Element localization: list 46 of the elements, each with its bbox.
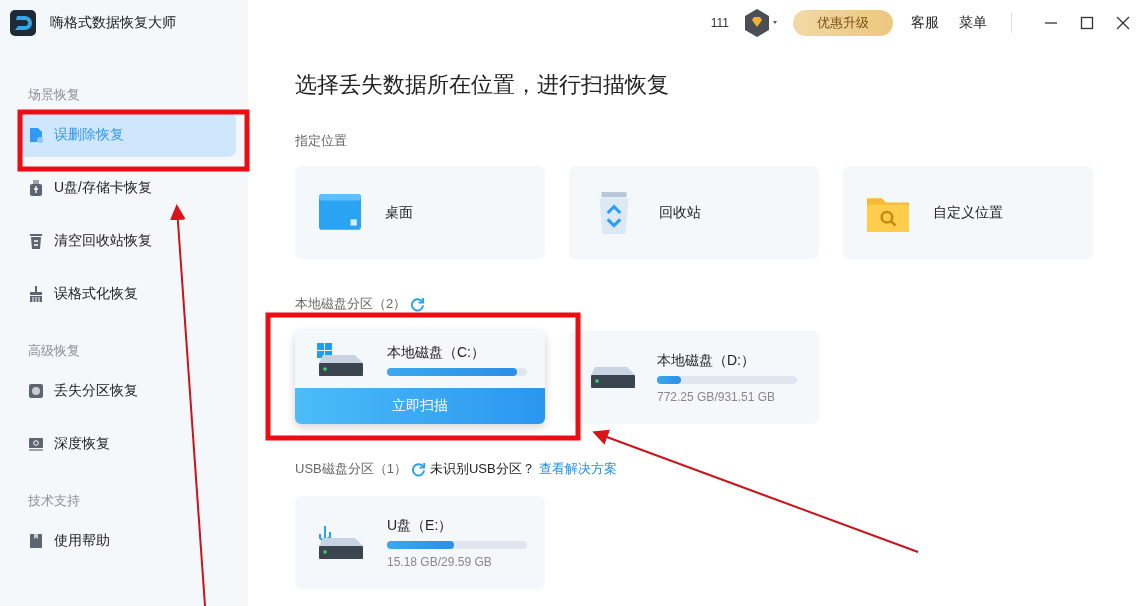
header-link[interactable]: 客服 [905,13,945,32]
location-card[interactable]: 自定义位置 [843,166,1093,259]
monitor-search-icon [28,435,44,452]
sidebar-item[interactable]: 误格式化恢复 [18,271,236,316]
sidebar-section-label: 技术支持 [28,492,81,510]
disk-name: 本地磁盘（C:） [387,343,486,362]
sidebar-item[interactable]: 使用帮助 [18,518,236,563]
broom-icon [28,285,44,302]
hard-drive-icon [591,366,635,389]
points-count: 111 [710,15,729,30]
windows-drive-icon [317,342,365,377]
disk-name: 本地磁盘（D:） [657,351,756,370]
sidebar-section-label: 高级恢复 [28,342,81,360]
section-label: USB磁盘分区（1） [295,460,407,478]
close-icon[interactable] [1116,15,1130,30]
disk-card[interactable]: U盘（E:） 15.18 GB/29.59 GB [295,496,545,589]
section-label: 本地磁盘分区（2） [295,295,407,313]
section-label: 指定位置 [295,132,348,150]
usage-text: 15.18 GB/29.59 GB [387,554,493,569]
disk-card[interactable]: 本地磁盘（D:） 772.25 GB/931.51 GB [569,331,819,424]
hint-text: 未识别USB分区？ [429,460,535,478]
sidebar-item[interactable]: 清空回收站恢复 [18,218,236,263]
vip-badge-icon[interactable] [743,7,779,38]
usage-text: 772.25 GB/931.51 GB [657,389,777,404]
maximize-icon[interactable] [1080,15,1094,30]
upgrade-button[interactable]: 优惠升级 [793,9,893,36]
sidebar-item[interactable]: 丢失分区恢复 [18,368,236,413]
usb-drive-icon [317,525,365,560]
solution-link[interactable]: 查看解决方案 [538,460,617,478]
file-icon [28,126,44,143]
location-card[interactable]: 回收站 [569,166,819,259]
refresh-icon[interactable] [410,296,426,312]
sidebar-item[interactable]: 深度恢复 [18,421,236,466]
app-title: 嗨格式数据恢复大师 [50,14,176,32]
header-link[interactable]: 菜单 [953,13,993,32]
disk-card[interactable]: 本地磁盘（C:） 立即扫描 [295,331,545,424]
trash-icon [28,232,44,249]
sidebar-section-label: 场景恢复 [28,86,81,104]
sidebar-item[interactable]: U盘/存储卡恢复 [18,165,236,210]
app-logo-icon [10,10,36,36]
book-icon [28,532,44,549]
disk-name: U盘（E:） [387,516,454,535]
location-card[interactable]: 桌面 [295,166,545,259]
page-heading: 选择丢失数据所在位置，进行扫描恢复 [295,71,670,99]
refresh-icon[interactable] [410,461,426,477]
usb-drive-icon [28,179,44,196]
